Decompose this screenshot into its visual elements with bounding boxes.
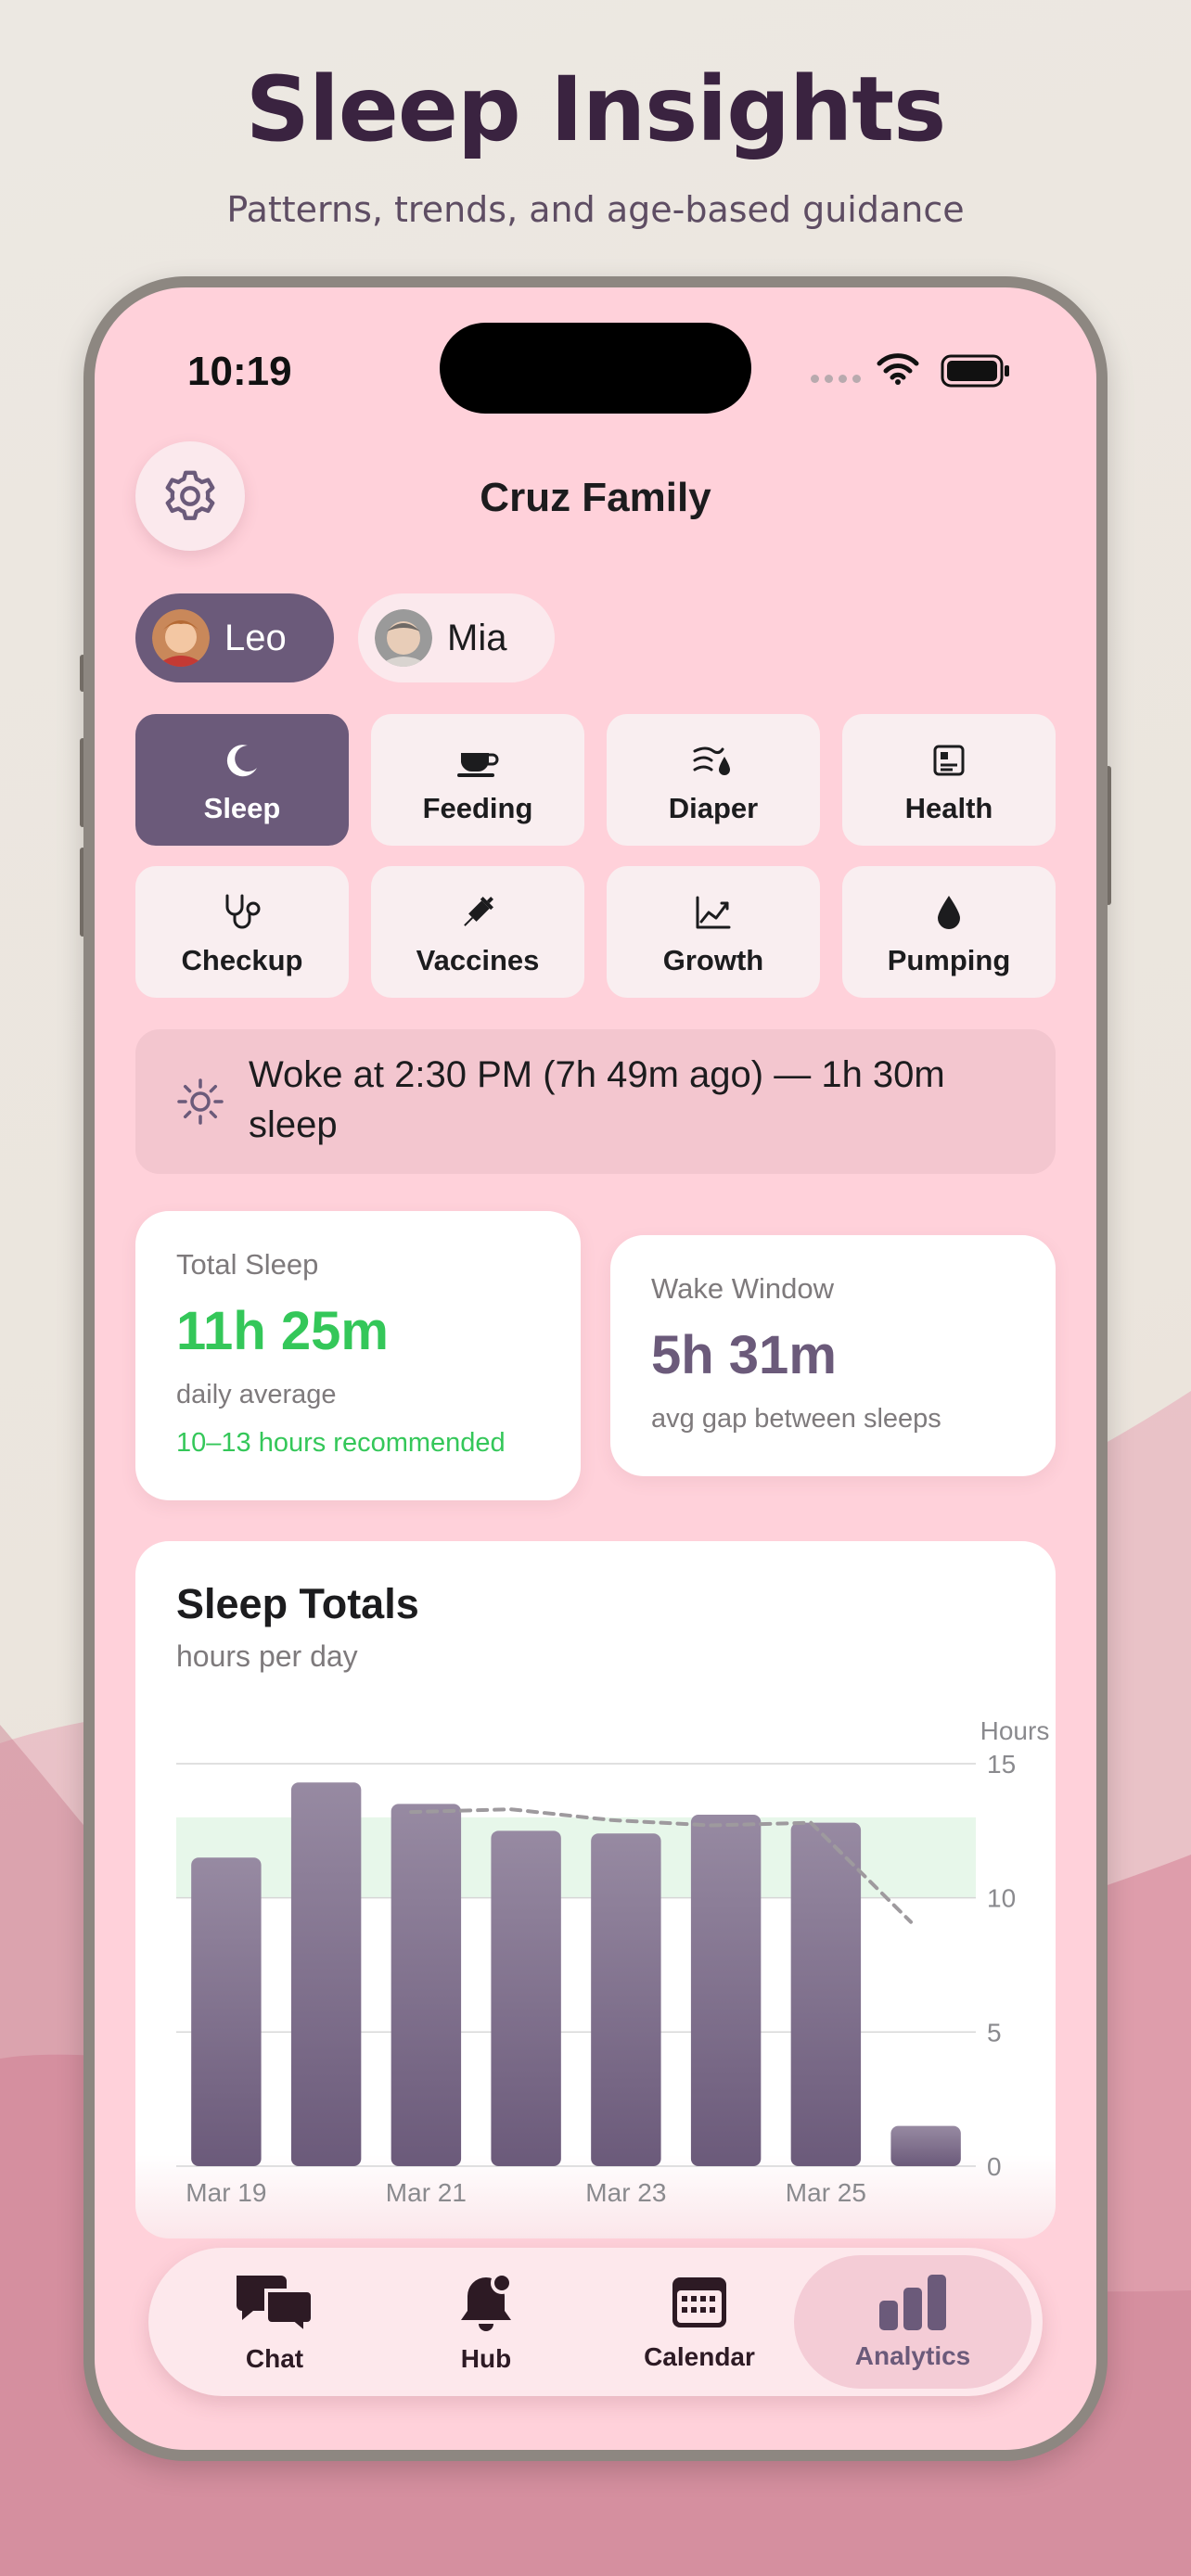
category-sleep[interactable]: Sleep [135, 714, 349, 846]
tab-chat[interactable]: Chat [173, 2248, 377, 2396]
syringe-icon [464, 897, 493, 926]
category-feeding[interactable]: Feeding [371, 714, 584, 846]
category-health[interactable]: Health [842, 714, 1056, 846]
sun-icon [177, 1078, 224, 1125]
x-tick-label: Mar 23 [585, 2178, 666, 2207]
y-tick-label: 5 [987, 2018, 1002, 2047]
bar-mar-21 [391, 1804, 462, 2166]
tab-analytics[interactable]: Analytics [794, 2255, 1031, 2389]
hero-title: Sleep Insights [245, 57, 947, 161]
bell-icon [461, 2272, 513, 2331]
category-label: Feeding [422, 792, 533, 824]
y-tick-label: 10 [987, 1884, 1016, 1913]
cup-icon [457, 753, 499, 777]
calendar-icon [672, 2277, 726, 2327]
bar-mar-20 [290, 1782, 362, 2166]
bar-chart-icon [879, 2275, 946, 2330]
wifi-icon [877, 353, 919, 385]
wake-status-text: Woke at 2:30 PM (7h 49m ago) — 1h 30m sl… [249, 1054, 945, 1145]
x-tick-label: Mar 21 [386, 2178, 467, 2207]
bar-mar-19 [191, 1857, 262, 2166]
category-label: Health [904, 792, 993, 824]
phone-frame: 10:19 Cruz Family Leo Mia Sleep Feeding … [83, 276, 1108, 2461]
y-axis-label: Hours [980, 1716, 1050, 1745]
total-sleep-value: 11h 25m [176, 1301, 389, 1361]
record-icon [933, 745, 965, 776]
wake-window-value: 5h 31m [651, 1325, 837, 1385]
x-tick-label: Mar 19 [186, 2178, 266, 2207]
tab-label: Analytics [854, 2341, 971, 2370]
bar-mar-26 [890, 2125, 961, 2166]
category-label: Checkup [181, 944, 303, 976]
bar-mar-24 [690, 1814, 762, 2166]
wake-window-card[interactable]: Wake Window 5h 31m avg gap between sleep… [610, 1235, 1056, 1476]
y-tick-label: 15 [987, 1750, 1016, 1779]
total-sleep-label: Total Sleep [176, 1248, 319, 1281]
wake-window-caption: avg gap between sleeps [651, 1404, 941, 1434]
dynamic-island [440, 323, 751, 414]
category-label: Sleep [203, 792, 281, 824]
chat-bubbles-icon [237, 2276, 314, 2335]
bar-mar-22 [491, 1830, 561, 2166]
category-label: Growth [662, 944, 764, 976]
y-tick-label: 0 [987, 2152, 1002, 2181]
battery-icon [941, 354, 1009, 388]
total-sleep-recommendation: 10–13 hours recommended [176, 1428, 506, 1458]
avatar-leo [152, 609, 210, 667]
wind-drop-icon [693, 746, 730, 775]
child-name-leo: Leo [224, 617, 287, 658]
phone-screen: 10:19 Cruz Family Leo Mia Sleep Feeding … [95, 287, 1096, 2450]
sleep-totals-card: Sleep Totals hours per day 15 10 5 0 Hours Ma… [135, 1541, 1056, 2238]
wake-window-label: Wake Window [651, 1272, 834, 1305]
avatar-mia [375, 609, 432, 667]
child-chip-leo[interactable]: Leo [135, 593, 334, 682]
bar-mar-23 [591, 1833, 661, 2166]
sleep-totals-chart: 15 10 5 0 Hours Mar 19 Mar 21 Mar 23 Mar 25 [176, 1716, 1050, 2207]
category-label: Pumping [887, 944, 1011, 976]
total-sleep-card[interactable]: Total Sleep 11h 25m daily average 10–13 … [135, 1211, 581, 1500]
chart-line-icon [696, 896, 731, 929]
category-growth[interactable]: Growth [607, 866, 820, 998]
tab-calendar[interactable]: Calendar [597, 2248, 801, 2396]
tab-hub[interactable]: Hub [384, 2248, 588, 2396]
drop-icon [938, 896, 960, 929]
tab-label: Calendar [644, 2342, 755, 2371]
tab-label: Chat [245, 2344, 304, 2373]
status-time: 10:19 [187, 349, 292, 394]
total-sleep-caption: daily average [176, 1380, 337, 1409]
child-chip-mia[interactable]: Mia [358, 593, 555, 682]
category-label: Vaccines [416, 944, 540, 976]
wake-status-banner: Woke at 2:30 PM (7h 49m ago) — 1h 30m sl… [135, 1029, 1056, 1174]
tab-label: Hub [460, 2344, 512, 2373]
category-checkup[interactable]: Checkup [135, 866, 349, 998]
stethoscope-icon [225, 894, 261, 929]
family-title: Cruz Family [480, 475, 711, 520]
child-name-mia: Mia [447, 617, 507, 658]
category-vaccines[interactable]: Vaccines [371, 866, 584, 998]
category-label: Diaper [668, 792, 759, 824]
x-tick-label: Mar 25 [786, 2178, 866, 2207]
hero-subtitle: Patterns, trends, and age-based guidance [226, 189, 965, 230]
bar-mar-25 [790, 1822, 862, 2166]
category-diaper[interactable]: Diaper [607, 714, 820, 846]
category-pumping[interactable]: Pumping [842, 866, 1056, 998]
bottom-tab-bar: Chat Hub Calendar Analytics [148, 2248, 1043, 2396]
moon-icon [226, 745, 257, 777]
cellular-signal-icon [811, 375, 861, 383]
